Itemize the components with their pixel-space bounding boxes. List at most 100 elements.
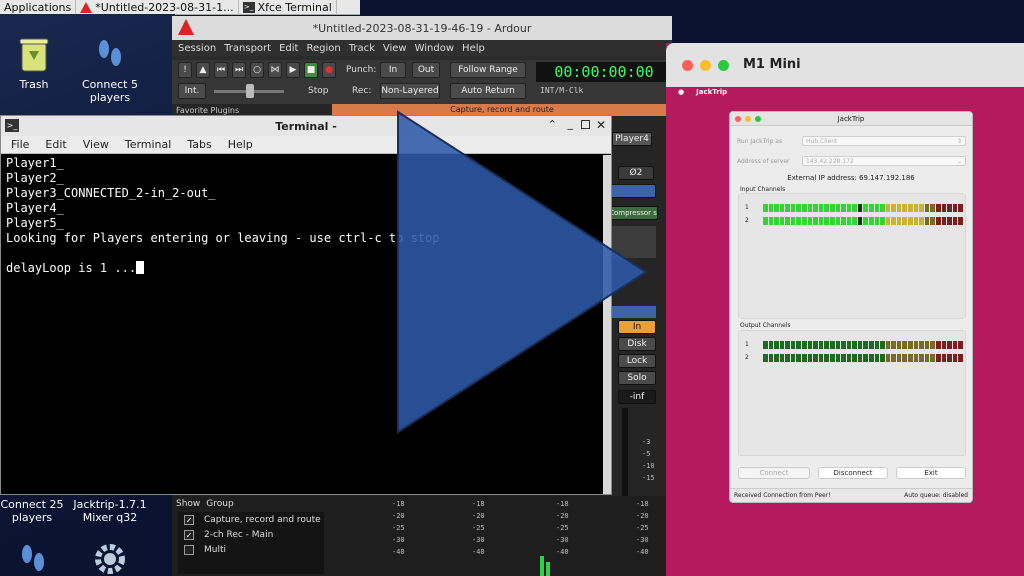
applications-menu[interactable]: Applications xyxy=(0,0,77,15)
meter-segment xyxy=(857,217,863,225)
group-checkbox[interactable]: ✓ xyxy=(184,530,194,540)
desktop-icon-connect-5[interactable]: Connect 5 players xyxy=(70,34,150,104)
transport-start-icon[interactable]: ⏮ xyxy=(214,62,228,78)
meter-segment xyxy=(913,341,919,349)
transport-record-icon[interactable]: ● xyxy=(322,62,336,78)
output-meter-2 xyxy=(763,354,963,362)
transport-play-icon[interactable]: ▶ xyxy=(286,62,300,78)
connect-button[interactable]: Connect xyxy=(738,467,810,479)
meter-segment xyxy=(813,341,818,349)
play-icon[interactable] xyxy=(396,110,648,434)
transport-metronome-icon[interactable]: ▲ xyxy=(196,62,210,78)
transport-punch-icon[interactable]: ! xyxy=(178,62,192,78)
meter-segment xyxy=(802,354,807,362)
menu-file[interactable]: File xyxy=(11,138,29,151)
menu-tabs[interactable]: Tabs xyxy=(187,138,211,151)
exit-button[interactable]: Exit xyxy=(896,467,966,479)
address-input[interactable]: 143.42.228.172 ⌄ xyxy=(802,156,966,166)
primary-clock[interactable]: 00:00:00:00 xyxy=(536,62,672,82)
disconnect-button[interactable]: Disconnect xyxy=(818,467,888,479)
meter-segment xyxy=(930,354,935,362)
meter-segment xyxy=(796,217,802,225)
meter-segment xyxy=(785,204,790,212)
meter-segment xyxy=(902,354,908,362)
desktop-icon-connect-25[interactable]: Connect 25 players xyxy=(0,498,72,524)
menu-window[interactable]: Window xyxy=(415,43,454,54)
menu-transport[interactable]: Transport xyxy=(224,43,271,54)
run-as-label: Run JackTrip as xyxy=(737,138,783,145)
minimize-icon[interactable] xyxy=(700,60,711,71)
transport-end-icon[interactable]: ⏭ xyxy=(232,62,246,78)
meter-segment xyxy=(868,354,874,362)
meter-segment xyxy=(952,341,958,349)
meter-segment xyxy=(818,354,824,362)
meter-segment xyxy=(891,204,896,212)
meter-segment xyxy=(941,217,947,225)
menu-help[interactable]: Help xyxy=(462,43,485,54)
meter-segment xyxy=(913,204,919,212)
app-menu-jacktrip[interactable]: JackTrip xyxy=(696,88,727,96)
menu-view[interactable]: View xyxy=(83,138,109,151)
taskbar-terminal[interactable]: >_ Xfce Terminal xyxy=(239,0,337,15)
meter-segment xyxy=(768,341,774,349)
menu-terminal[interactable]: Terminal xyxy=(125,138,172,151)
taskbar: Applications *Untitled-2023-08-31-1... >… xyxy=(0,0,360,15)
group-row[interactable]: Multi xyxy=(184,545,226,555)
menu-help[interactable]: Help xyxy=(228,138,253,151)
non-layered-button[interactable]: Non-Layered xyxy=(380,83,440,99)
auto-return-button[interactable]: Auto Return xyxy=(450,83,526,99)
transport-stop-icon[interactable]: ■ xyxy=(304,62,318,78)
follow-range-button[interactable]: Follow Range xyxy=(450,62,526,78)
meter-segment xyxy=(807,354,813,362)
group-checkbox[interactable] xyxy=(184,545,194,555)
meter-segment xyxy=(813,204,818,212)
menu-edit[interactable]: Edit xyxy=(279,43,298,54)
shuttle-slider-handle[interactable] xyxy=(246,84,254,98)
transport-loop-icon[interactable]: ○ xyxy=(250,62,264,78)
int-button[interactable]: Int. xyxy=(178,83,206,99)
channel-label: 2 xyxy=(745,354,749,361)
meter-segment xyxy=(930,204,935,212)
punch-in-button[interactable]: In xyxy=(380,62,406,78)
terminal-icon: >_ xyxy=(242,1,255,13)
group-row[interactable]: ✓ 2-ch Rec - Main xyxy=(184,530,273,540)
transport-range-icon[interactable]: ⋈ xyxy=(268,62,282,78)
taskbar-ardour[interactable]: *Untitled-2023-08-31-1... xyxy=(76,0,239,15)
desktop-icon-jacktrip-mixer[interactable]: Jacktrip-1.7.1 Mixer q32 xyxy=(70,498,150,524)
punch-label: Punch: xyxy=(346,65,377,75)
meter-segment xyxy=(924,217,930,225)
apple-icon[interactable]: ● xyxy=(678,88,684,96)
menu-track[interactable]: Track xyxy=(349,43,375,54)
desktop-icon-trash[interactable]: Trash xyxy=(0,34,74,91)
close-icon[interactable] xyxy=(682,60,693,71)
meter-segment xyxy=(763,354,768,362)
meter-segment xyxy=(935,341,941,349)
menu-edit[interactable]: Edit xyxy=(45,138,66,151)
terminal-cursor xyxy=(136,261,145,274)
menu-view[interactable]: View xyxy=(383,43,407,54)
trash-icon xyxy=(14,34,54,74)
meter-segment xyxy=(813,354,818,362)
meter-segment xyxy=(958,341,963,349)
group-row[interactable]: ✓ Capture, record and route xyxy=(184,515,321,525)
meter-segment xyxy=(846,354,852,362)
meter-segment xyxy=(947,354,952,362)
meter-segment xyxy=(908,204,913,212)
mac-title: M1 Mini xyxy=(743,57,801,72)
punch-out-button[interactable]: Out xyxy=(412,62,440,78)
meter-segment xyxy=(846,204,852,212)
meter-segment xyxy=(802,217,807,225)
meter-segment xyxy=(818,341,824,349)
maximize-icon[interactable] xyxy=(718,60,729,71)
meter-segment xyxy=(824,204,829,212)
menu-session[interactable]: Session xyxy=(178,43,216,54)
menu-region[interactable]: Region xyxy=(306,43,340,54)
group-checkbox[interactable]: ✓ xyxy=(184,515,194,525)
meter-segment xyxy=(785,217,790,225)
channel-label: 2 xyxy=(745,217,749,224)
meter-segment xyxy=(874,341,880,349)
meter-segment xyxy=(891,217,896,225)
run-as-select[interactable]: Hub Client ⇕ xyxy=(802,136,966,146)
meter-segment xyxy=(807,217,813,225)
meter-segment xyxy=(829,354,835,362)
